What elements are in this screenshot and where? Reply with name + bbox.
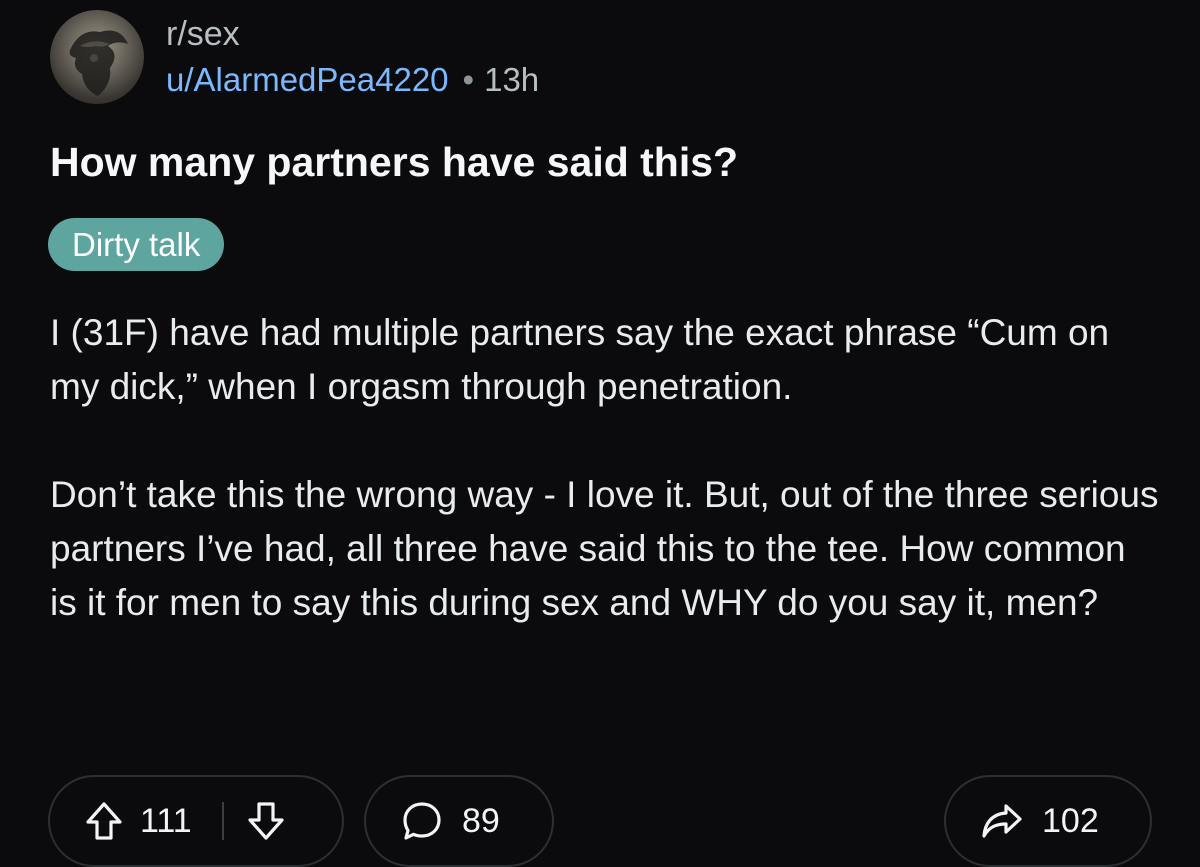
speech-bubble-icon: [400, 799, 444, 843]
body-paragraph: I (31F) have had multiple partners say t…: [50, 312, 1110, 407]
comment-count: 89: [462, 801, 500, 840]
meta-separator: •: [462, 61, 475, 98]
share-arrow-icon: [980, 800, 1024, 842]
vote-divider: [221, 802, 224, 840]
comments-button[interactable]: 89: [364, 775, 554, 867]
post-meta: u/AlarmedPea4220 • 13h: [166, 58, 539, 102]
arrow-up-icon[interactable]: [84, 800, 124, 842]
subreddit-name[interactable]: r/sex: [166, 12, 240, 56]
post-age: 13h: [484, 61, 540, 98]
post-body: I (31F) have had multiple partners say t…: [50, 306, 1160, 630]
post-flair[interactable]: Dirty talk: [48, 218, 225, 271]
share-button[interactable]: 102: [944, 775, 1152, 867]
post-title[interactable]: How many partners have said this?: [50, 132, 738, 192]
upvote-count: 111: [140, 801, 192, 840]
vote-bar: 111: [48, 775, 344, 867]
author-username[interactable]: u/AlarmedPea4220: [166, 61, 449, 98]
arrow-down-icon[interactable]: [246, 800, 286, 842]
share-count: 102: [1042, 801, 1099, 840]
subreddit-avatar[interactable]: [50, 10, 144, 104]
body-paragraph: Don’t take this the wrong way - I love i…: [50, 474, 1159, 623]
